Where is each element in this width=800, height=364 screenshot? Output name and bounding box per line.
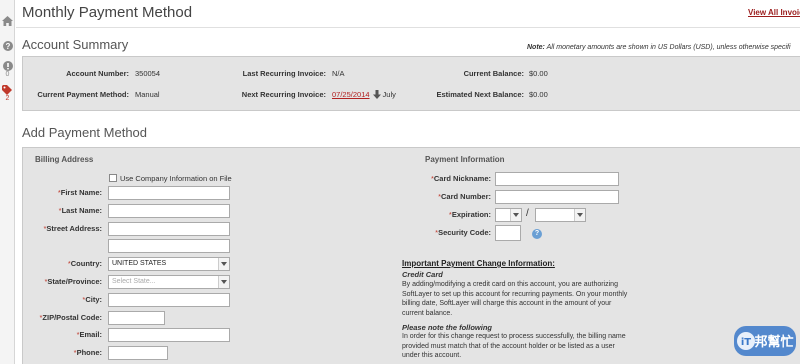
- account-number-label: Account Number:: [66, 69, 129, 78]
- note-text: In order for this change request to proc…: [402, 333, 626, 359]
- arrow-down-icon: [372, 90, 381, 99]
- help-button[interactable]: ?: [0, 41, 15, 51]
- zip-input[interactable]: [108, 311, 165, 325]
- first-name-label: *First Name:: [57, 188, 102, 197]
- phone-input[interactable]: [108, 346, 168, 360]
- svg-text:?: ?: [5, 42, 10, 51]
- ithelp-watermark-logo: iT 邦幫忙: [734, 326, 796, 356]
- security-code-label: *Security Code:: [435, 228, 491, 237]
- note-label: Note:: [527, 44, 545, 51]
- country-select[interactable]: UNITED STATES: [108, 257, 230, 271]
- account-summary-title: Account Summary: [22, 37, 129, 52]
- alerts-button[interactable]: 0: [0, 61, 15, 79]
- security-code-help-icon[interactable]: ?: [532, 229, 542, 239]
- expiration-month-select[interactable]: [495, 208, 522, 222]
- chevron-down-icon: [574, 209, 585, 221]
- security-code-input[interactable]: [495, 225, 521, 241]
- current-balance-label: Current Balance:: [463, 69, 524, 78]
- card-number-input[interactable]: [495, 190, 619, 204]
- city-label: *City:: [82, 295, 102, 304]
- estimated-balance-value: $0.00: [529, 90, 548, 99]
- expiration-separator: /: [526, 208, 529, 219]
- expiration-label: *Expiration:: [448, 210, 491, 219]
- chevron-down-icon: [218, 276, 229, 288]
- note-subheading: Please note the following: [402, 323, 493, 332]
- current-balance-value: $0.00: [529, 69, 548, 78]
- last-invoice-value: N/A: [332, 69, 345, 78]
- title-divider: [16, 27, 800, 28]
- credit-card-subheading: Credit Card: [402, 270, 443, 279]
- alert-icon: [2, 61, 13, 71]
- important-info-heading: Important Payment Change Information:: [402, 259, 555, 268]
- payment-information-heading: Payment Information: [425, 155, 505, 164]
- next-invoice-month: July: [382, 90, 396, 99]
- zip-label: *ZIP/Postal Code:: [39, 313, 102, 322]
- state-placeholder: Select State...: [112, 278, 156, 285]
- email-input[interactable]: [108, 328, 230, 342]
- next-invoice-date-link[interactable]: 07/25/2014: [332, 90, 370, 99]
- next-invoice-label: Next Recurring Invoice:: [241, 90, 326, 99]
- card-nickname-label: *Card Nickname:: [430, 174, 491, 183]
- svg-text:iT: iT: [741, 337, 751, 348]
- svg-text:邦幫忙: 邦幫忙: [754, 334, 793, 350]
- country-label: *Country:: [67, 259, 102, 268]
- use-company-info-label: Use Company Information on File: [120, 174, 232, 183]
- left-icon-rail: ? 0 2: [0, 0, 15, 364]
- state-select[interactable]: Select State...: [108, 275, 230, 289]
- billing-address-heading: Billing Address: [35, 155, 94, 164]
- payment-method-label: Current Payment Method:: [37, 90, 129, 99]
- last-invoice-label: Last Recurring Invoice:: [242, 69, 326, 78]
- view-all-invoices-link[interactable]: View All Invoic: [748, 8, 800, 17]
- add-payment-title: Add Payment Method: [22, 125, 148, 140]
- chevron-down-icon: [510, 209, 521, 221]
- card-number-label: *Card Number:: [438, 192, 491, 201]
- chevron-down-icon: [218, 258, 229, 270]
- credit-card-text: By adding/modifying a credit card on thi…: [402, 281, 628, 317]
- card-nickname-input[interactable]: [495, 172, 619, 186]
- note-text: All monetary amounts are shown in US Dol…: [544, 44, 791, 51]
- last-name-input[interactable]: [108, 204, 230, 218]
- estimated-balance-label: Estimated Next Balance:: [436, 90, 524, 99]
- payment-method-value: Manual: [135, 90, 160, 99]
- account-summary-panel: Account Number: 350054 Last Recurring In…: [22, 56, 800, 111]
- currency-note: Note: All monetary amounts are shown in …: [527, 44, 791, 51]
- first-name-input[interactable]: [108, 186, 230, 200]
- account-number-value: 350054: [135, 69, 161, 78]
- tag-icon: [2, 85, 12, 95]
- home-icon: [2, 16, 13, 26]
- expiration-year-select[interactable]: [535, 208, 586, 222]
- tickets-button[interactable]: 2: [0, 85, 15, 103]
- street-address-line1-input[interactable]: [108, 222, 230, 236]
- home-button[interactable]: [0, 16, 15, 26]
- tickets-count: 2: [5, 95, 10, 102]
- street-address-label: *Street Address:: [43, 224, 103, 233]
- state-label: *State/Province:: [44, 277, 102, 286]
- next-invoice-value: 07/25/2014 July: [332, 90, 396, 99]
- country-selected-value: UNITED STATES: [112, 260, 167, 267]
- street-address-line2-input[interactable]: [108, 239, 230, 253]
- email-label: *Email:: [76, 330, 102, 339]
- use-company-info-checkbox[interactable]: [109, 174, 117, 182]
- page-title: Monthly Payment Method: [22, 4, 193, 21]
- last-name-label: *Last Name:: [58, 206, 102, 215]
- alerts-count: 0: [5, 71, 10, 78]
- city-input[interactable]: [108, 293, 230, 307]
- phone-label: *Phone:: [73, 348, 102, 357]
- help-circle-icon: ?: [2, 41, 13, 51]
